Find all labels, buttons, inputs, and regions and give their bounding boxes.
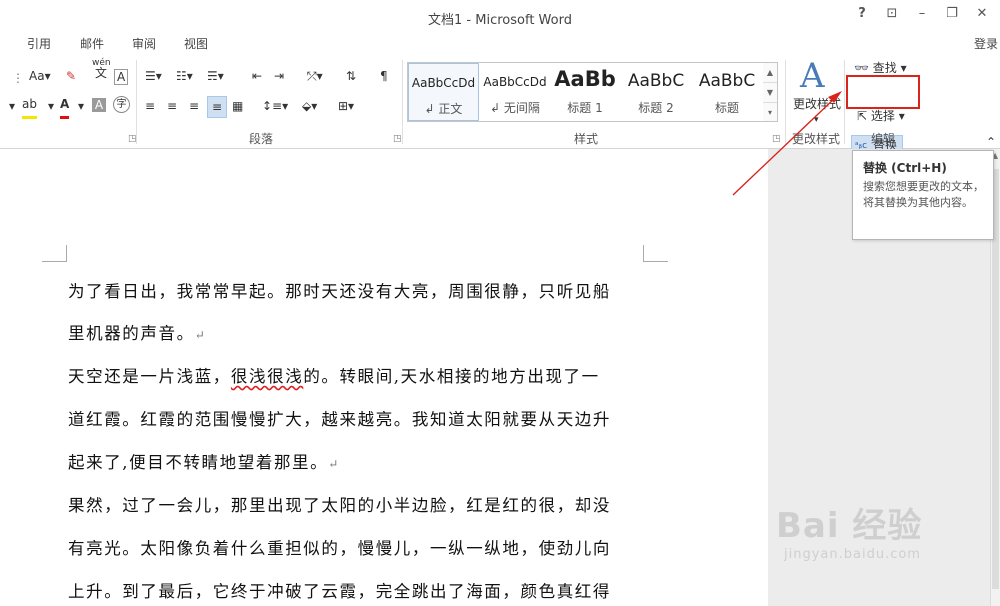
baidu-watermark: Bai 经验 jingyan.baidu.com [776, 498, 996, 562]
watermark-brand: Bai 经验 [776, 506, 923, 546]
watermark-url: jingyan.baidu.com [784, 547, 921, 562]
